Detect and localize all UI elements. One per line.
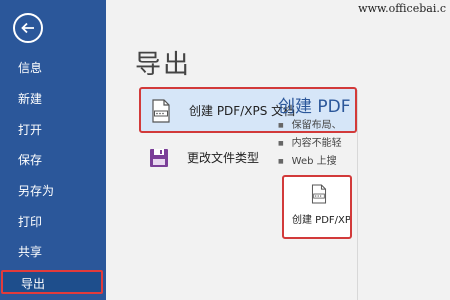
bullet-item: Web 上搜 [278,152,337,167]
change-file-type-label: 更改文件类型 [187,151,260,165]
page-title: 导出 [135,50,192,80]
sidebar-item-export[interactable]: 导出 [1,270,103,294]
bullet-item: 内容不能轻 [278,134,342,149]
pdf-document-icon [310,183,328,209]
divider [357,90,358,300]
sidebar-item-print[interactable]: 打印 [0,210,106,234]
right-pane-title: 创建 PDF [278,97,351,117]
export-pane: www.officebai.c 导出 创建 PDF/XPS 文档 更改文件类型 [106,0,450,300]
bullet-item: 保留布局、 [278,116,342,131]
create-pdf-xps-button-label: 创建 PDF/XPS [292,215,352,226]
sidebar-item-new[interactable]: 新建 [0,87,106,111]
backstage-sidebar: 信息 新建 打开 保存 另存为 打印 共享 导出 [0,0,106,300]
sidebar-item-open[interactable]: 打开 [0,118,106,142]
back-arrow-icon[interactable] [13,13,43,43]
sidebar-item-share[interactable]: 共享 [0,240,106,264]
save-file-type-icon [148,146,170,174]
create-pdf-xps-button[interactable]: 创建 PDF/XPS [282,175,352,239]
pdf-document-icon [150,99,172,127]
sidebar-item-save[interactable]: 保存 [0,148,106,172]
sidebar-item-info[interactable]: 信息 [0,56,106,80]
sidebar-item-save-as[interactable]: 另存为 [0,179,106,203]
watermark-text: www.officebai.c [358,2,446,15]
